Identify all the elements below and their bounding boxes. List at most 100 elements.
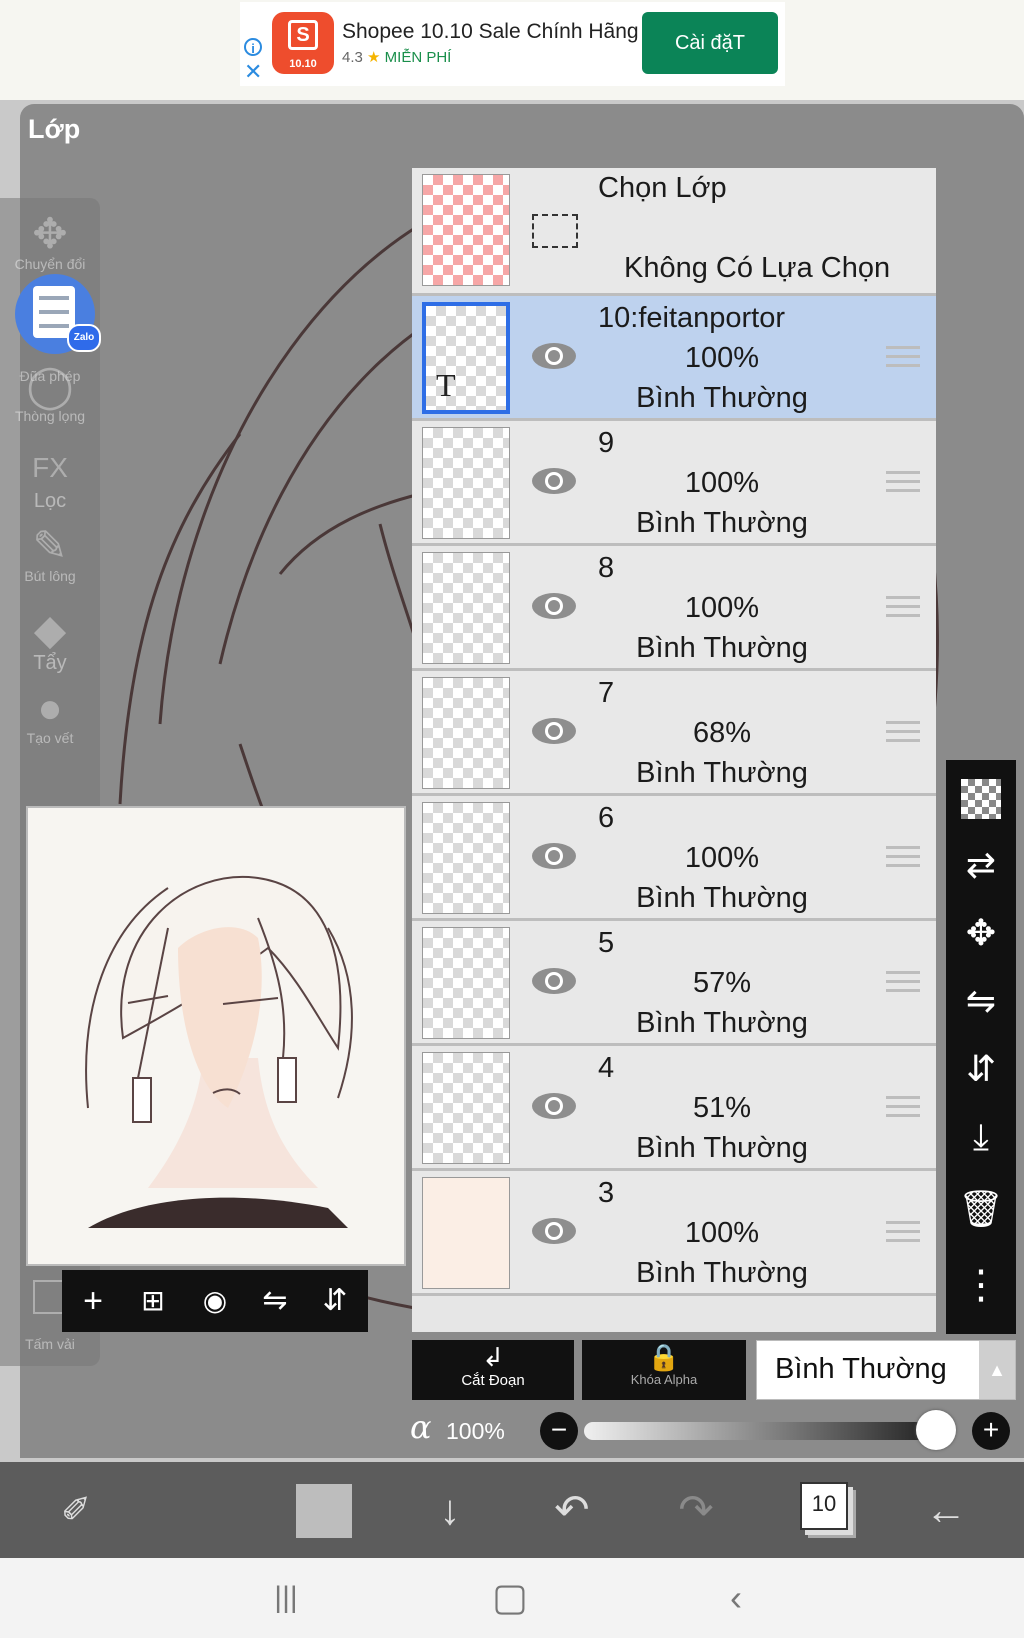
drag-handle-icon[interactable] — [886, 971, 920, 998]
trash-icon[interactable]: 🗑 — [946, 1184, 1016, 1234]
shopee-logo: S 10.10 — [272, 12, 334, 74]
undo-icon[interactable]: ↶ — [542, 1482, 602, 1538]
layer-name: 5 — [598, 927, 615, 959]
flip-vertical-icon[interactable]: ⇵ — [310, 1276, 360, 1326]
layer-blend-mode: Bình Thường — [636, 507, 808, 539]
move-icon[interactable]: ✥ — [946, 908, 1016, 958]
tool-lasso[interactable]: ◯ Thòng lọng — [0, 364, 100, 425]
close-icon[interactable]: ✕ — [244, 61, 262, 83]
install-button[interactable]: Cài đặT — [642, 12, 778, 74]
ad-rating: 4.3 ★ MIỄN PHÍ — [342, 48, 451, 66]
camera-icon[interactable]: ◉ — [190, 1276, 240, 1326]
layer-row[interactable]: 7 68% Bình Thường — [412, 671, 936, 796]
redo-icon[interactable]: ↷ — [666, 1482, 726, 1538]
eye-icon[interactable] — [530, 840, 578, 872]
layer-opacity: 100% — [684, 592, 760, 624]
eye-icon[interactable] — [530, 965, 578, 997]
tool-smudge[interactable]: ● Tạo vết — [0, 686, 100, 747]
clipping-button[interactable]: ↲ Cắt Đoạn — [412, 1340, 574, 1400]
ad-title: Shopee 10.10 Sale Chính Hãng — [342, 20, 639, 43]
info-icon[interactable]: i — [244, 38, 262, 56]
swap-icon[interactable]: ⇄ — [946, 840, 1016, 890]
shopee-bag-icon: S — [288, 20, 318, 50]
shopee-logo-text: 10.10 — [289, 58, 317, 70]
layer-row[interactable]: 8 100% Bình Thường — [412, 546, 936, 671]
brush-icon: ✎ — [32, 522, 68, 569]
ad-price: MIỄN PHÍ — [384, 49, 452, 66]
eye-icon[interactable] — [530, 1215, 578, 1247]
add-layer-icon[interactable]: ⊞ — [128, 1276, 178, 1326]
more-options-icon[interactable]: ⋮ — [946, 1260, 1016, 1310]
transparency-icon[interactable] — [946, 772, 1016, 822]
layer-row[interactable]: T 10:feitanportor 100% Bình Thường — [412, 296, 936, 421]
layers-button[interactable]: 10 — [800, 1482, 848, 1530]
tool-filter[interactable]: FX Lọc — [0, 446, 100, 513]
flip-horizontal-icon[interactable]: ⇋ — [250, 1276, 300, 1326]
layer-row[interactable]: 6 100% Bình Thường — [412, 796, 936, 921]
layer-thumbnail: T — [422, 302, 510, 414]
layer-blend-mode: Bình Thường — [636, 1132, 808, 1164]
panel-title: Lớp — [28, 114, 81, 144]
tool-label: Lọc — [33, 490, 67, 512]
drag-handle-icon[interactable] — [886, 346, 920, 373]
add-icon[interactable]: + — [68, 1276, 118, 1326]
pen-eraser-swap-icon[interactable]: ✐ — [46, 1482, 106, 1538]
preview-toolbar: + ⊞ ◉ ⇋ ⇵ — [62, 1270, 368, 1332]
ad-rating-value: 4.3 — [342, 49, 363, 66]
drag-handle-icon[interactable] — [886, 846, 920, 873]
selection-layer-title: Chọn Lớp — [598, 172, 727, 204]
home-icon[interactable]: ▢ — [480, 1574, 540, 1622]
eye-icon[interactable] — [530, 465, 578, 497]
drag-handle-icon[interactable] — [886, 471, 920, 498]
layer-thumbnail — [422, 677, 510, 789]
move-icon: ✥ — [32, 210, 68, 257]
alpha-symbol: α — [410, 1408, 432, 1446]
layer-row[interactable]: 9 100% Bình Thường — [412, 421, 936, 546]
chevron-up-icon: ▲ — [979, 1341, 1015, 1399]
layer-row[interactable]: 3 100% Bình Thường — [412, 1171, 936, 1296]
drag-handle-icon[interactable] — [886, 1096, 920, 1123]
layer-row[interactable]: 4 51% Bình Thường — [412, 1046, 936, 1171]
arrow-down-icon[interactable]: ↓ — [420, 1482, 480, 1538]
current-color-swatch[interactable] — [296, 1484, 352, 1538]
layer-opacity: 100% — [684, 467, 760, 499]
merge-down-icon[interactable]: ⤓ — [946, 1112, 1016, 1162]
layers-panel: Chọn Lớp Không Có Lựa Chọn T 10:feitanpo… — [412, 168, 936, 1332]
layer-thumbnail — [422, 1177, 510, 1289]
eye-icon[interactable] — [530, 715, 578, 747]
marquee-selection-icon — [532, 214, 578, 248]
opacity-increase-button[interactable]: + — [972, 1412, 1010, 1450]
alpha-lock-button[interactable]: 🔒 Khóa Alpha — [582, 1340, 746, 1400]
ad-banner[interactable]: i ✕ S 10.10 Shopee 10.10 Sale Chính Hãng… — [240, 2, 785, 86]
opacity-slider-knob[interactable] — [916, 1410, 956, 1450]
flip-vertical-icon[interactable]: ⇵ — [946, 1044, 1016, 1094]
layer-row[interactable]: 5 57% Bình Thường — [412, 921, 936, 1046]
layer-actions-toolbar: ⇄ ✥ ⇋ ⇵ ⤓ 🗑 ⋮ — [946, 760, 1016, 1334]
back-arrow-icon[interactable]: ← — [916, 1482, 976, 1538]
recent-apps-icon[interactable]: ||| — [256, 1574, 316, 1622]
flip-horizontal-icon[interactable]: ⇋ — [946, 976, 1016, 1026]
layer-opacity: 68% — [692, 717, 752, 749]
layer-blend-mode: Bình Thường — [636, 882, 808, 914]
selection-layer-row[interactable]: Chọn Lớp Không Có Lựa Chọn — [412, 168, 936, 296]
eye-icon[interactable] — [530, 1090, 578, 1122]
tool-brush[interactable]: ✎ Bút lông — [0, 522, 100, 585]
drag-handle-icon[interactable] — [886, 596, 920, 623]
canvas-preview[interactable] — [26, 806, 406, 1266]
layer-opacity: 57% — [692, 967, 752, 999]
back-icon[interactable]: ‹ — [706, 1574, 766, 1622]
zalo-floating-bubble[interactable]: Zalo — [15, 274, 101, 354]
drag-handle-icon[interactable] — [886, 721, 920, 748]
tool-eraser[interactable]: ◆ Tẩy — [0, 608, 100, 675]
eye-icon[interactable] — [530, 340, 578, 372]
opacity-slider[interactable] — [584, 1422, 934, 1440]
tool-transform[interactable]: ✥ Chuyển đổi — [0, 210, 100, 273]
layer-thumbnail — [422, 427, 510, 539]
layer-opacity: 100% — [684, 1217, 760, 1249]
selection-status: Không Có Lựa Chọn — [624, 252, 891, 284]
blend-mode-select[interactable]: Bình Thường ▲ — [756, 1340, 1016, 1400]
eye-icon[interactable] — [530, 590, 578, 622]
drag-handle-icon[interactable] — [886, 1221, 920, 1248]
layer-thumbnail — [422, 802, 510, 914]
opacity-decrease-button[interactable]: − — [540, 1412, 578, 1450]
